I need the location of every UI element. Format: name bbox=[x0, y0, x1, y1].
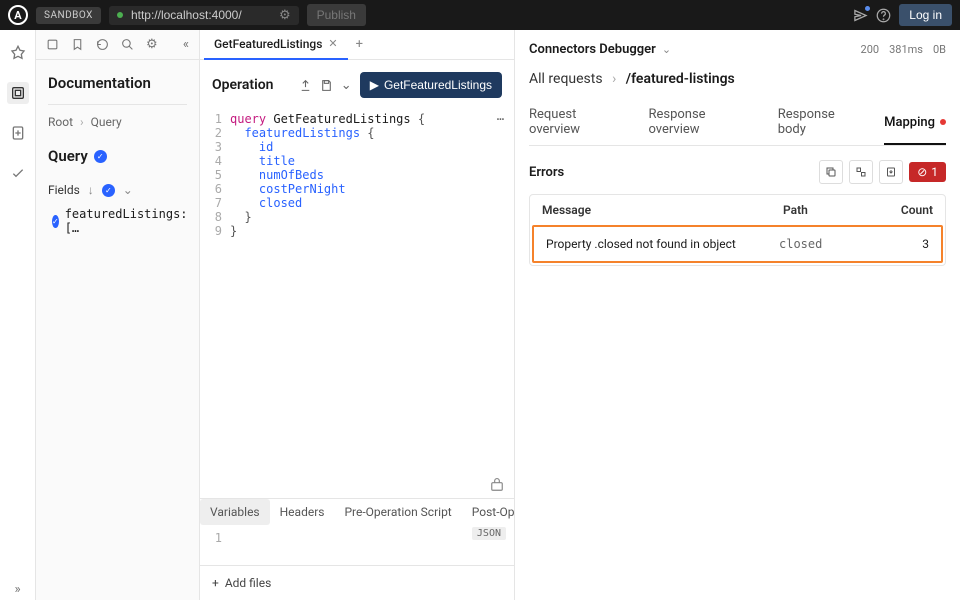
sandbox-badge: SANDBOX bbox=[36, 7, 101, 24]
close-tab-icon[interactable]: ✕ bbox=[328, 37, 337, 50]
rail-diff-icon[interactable] bbox=[7, 122, 29, 144]
col-count-header: Count bbox=[883, 203, 933, 217]
errors-table: Message Path Count Property .closed not … bbox=[529, 194, 946, 266]
url-bar[interactable]: ⚙ bbox=[109, 6, 299, 25]
field-item[interactable]: ✓ featuredListings: [… bbox=[48, 207, 187, 235]
field-name: featuredListings: [… bbox=[65, 207, 188, 235]
operation-title: Operation bbox=[212, 77, 273, 93]
endpoint-settings-icon[interactable]: ⚙ bbox=[279, 8, 291, 23]
doc-schema-icon[interactable] bbox=[46, 38, 59, 51]
breadcrumb-root[interactable]: Root bbox=[48, 115, 73, 129]
response-body-tab[interactable]: Response body bbox=[778, 101, 866, 145]
editor-prettify-icon[interactable] bbox=[490, 478, 504, 492]
debugger-panel: Connectors Debugger ⌄ 200 381ms 0B All r… bbox=[515, 30, 960, 600]
errors-heading: Errors bbox=[529, 165, 564, 180]
documentation-panel: ⚙ « Documentation Root › Query Query ✓ F… bbox=[36, 30, 200, 600]
current-request: /featured-listings bbox=[626, 71, 735, 87]
select-all-icon[interactable]: ✓ bbox=[102, 184, 115, 197]
share-icon[interactable] bbox=[299, 79, 312, 92]
mapping-tab-label: Mapping bbox=[884, 115, 935, 130]
operation-panel: GetFeaturedListings ✕ + Operation ⌄ ▶ Ge… bbox=[200, 30, 515, 600]
bookmark-icon[interactable] bbox=[71, 38, 84, 51]
play-icon: ▶ bbox=[370, 78, 379, 92]
postop-script-tab[interactable]: Post-Operation Scri bbox=[462, 499, 514, 525]
search-icon[interactable] bbox=[121, 38, 134, 51]
request-overview-tab[interactable]: Request overview bbox=[529, 101, 630, 145]
operation-tab[interactable]: GetFeaturedListings ✕ bbox=[204, 30, 348, 60]
error-count: 1 bbox=[931, 165, 938, 179]
error-row[interactable]: Property .closed not found in object clo… bbox=[532, 225, 943, 263]
endpoint-url-input[interactable] bbox=[131, 8, 271, 22]
publish-button[interactable]: Publish bbox=[307, 4, 366, 26]
tab-label: GetFeaturedListings bbox=[214, 37, 322, 51]
notifications-icon[interactable] bbox=[853, 8, 868, 23]
run-operation-button[interactable]: ▶ GetFeaturedListings bbox=[360, 72, 502, 98]
query-type-heading: Query bbox=[48, 147, 88, 165]
field-checked-icon: ✓ bbox=[52, 215, 59, 228]
breadcrumb-current: Query bbox=[91, 115, 122, 129]
error-indicator-dot bbox=[940, 119, 946, 125]
connection-status-dot bbox=[117, 12, 123, 18]
apollo-logo[interactable]: A bbox=[8, 5, 28, 25]
save-icon[interactable] bbox=[320, 79, 333, 92]
run-label: GetFeaturedListings bbox=[384, 78, 492, 92]
json-badge[interactable]: JSON bbox=[472, 527, 506, 540]
settings-icon[interactable]: ⚙ bbox=[146, 37, 158, 52]
mapping-tab[interactable]: Mapping bbox=[884, 101, 946, 145]
error-icon: ⊘ bbox=[917, 165, 927, 179]
error-count-badge: ⊘ 1 bbox=[909, 162, 946, 182]
error-path: closed bbox=[779, 237, 879, 251]
add-files-button[interactable]: + Add files bbox=[200, 565, 514, 600]
col-path-header: Path bbox=[783, 203, 883, 217]
variables-editor[interactable]: 1 JSON bbox=[200, 525, 514, 565]
col-message-header: Message bbox=[542, 203, 783, 217]
graphql-editor[interactable]: ⋯ 1query GetFeaturedListings {2 featured… bbox=[200, 108, 514, 498]
plus-icon: + bbox=[212, 576, 219, 590]
check-badge-icon: ✓ bbox=[94, 150, 107, 163]
debugger-dropdown-icon[interactable]: ⌄ bbox=[662, 43, 671, 56]
help-icon[interactable] bbox=[876, 8, 891, 23]
line-number: 1 bbox=[200, 531, 230, 545]
add-tab-button[interactable]: + bbox=[348, 37, 371, 52]
fields-label: Fields bbox=[48, 183, 80, 197]
editor-menu-icon[interactable]: ⋯ bbox=[497, 112, 504, 126]
copy-errors-icon[interactable] bbox=[819, 160, 843, 184]
rail-expand-icon[interactable]: » bbox=[7, 578, 29, 600]
size: 0B bbox=[933, 43, 946, 56]
all-requests-link[interactable]: All requests bbox=[529, 71, 603, 87]
latency: 381ms bbox=[889, 43, 923, 56]
expand-errors-icon[interactable] bbox=[849, 160, 873, 184]
response-overview-tab[interactable]: Response overview bbox=[648, 101, 759, 145]
collapse-panel-icon[interactable]: « bbox=[183, 37, 189, 52]
debugger-title: Connectors Debugger bbox=[529, 42, 656, 57]
preop-script-tab[interactable]: Pre-Operation Script bbox=[334, 499, 461, 525]
error-message: Property .closed not found in object bbox=[546, 237, 779, 251]
error-count-cell: 3 bbox=[879, 237, 929, 251]
add-files-label: Add files bbox=[225, 576, 271, 590]
rail-explorer-icon[interactable] bbox=[7, 42, 29, 64]
documentation-title: Documentation bbox=[48, 74, 187, 92]
history-icon[interactable] bbox=[96, 38, 109, 51]
rail-schema-icon[interactable] bbox=[7, 82, 29, 104]
download-errors-icon[interactable] bbox=[879, 160, 903, 184]
variables-tab[interactable]: Variables bbox=[200, 499, 270, 525]
rail-checks-icon[interactable] bbox=[7, 162, 29, 184]
sort-icon[interactable]: ↓ bbox=[88, 183, 94, 197]
chevron-down-icon[interactable]: ⌄ bbox=[341, 78, 352, 93]
status-code: 200 bbox=[861, 43, 880, 56]
login-button[interactable]: Log in bbox=[899, 4, 952, 26]
headers-tab[interactable]: Headers bbox=[270, 499, 335, 525]
chevron-down-icon[interactable]: ⌄ bbox=[123, 183, 133, 197]
doc-breadcrumb: Root › Query bbox=[48, 115, 187, 129]
